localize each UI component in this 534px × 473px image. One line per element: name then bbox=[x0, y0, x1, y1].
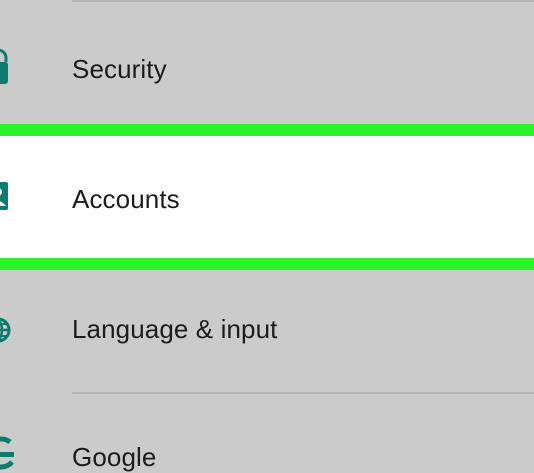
settings-item-accounts[interactable]: Accounts bbox=[0, 136, 534, 258]
settings-item-label: Security bbox=[72, 54, 167, 84]
settings-item-label: Google bbox=[72, 442, 157, 472]
lock-icon bbox=[0, 48, 14, 88]
settings-item-label: Accounts bbox=[72, 184, 180, 214]
globe-icon bbox=[0, 308, 14, 348]
google-icon bbox=[0, 432, 14, 472]
account-icon bbox=[0, 180, 14, 220]
settings-item-google[interactable]: Google bbox=[0, 392, 534, 472]
settings-item-label: Language & input bbox=[72, 314, 278, 344]
settings-item-language-input[interactable]: Language & input bbox=[0, 270, 534, 392]
settings-item-security[interactable]: Security bbox=[0, 0, 534, 124]
